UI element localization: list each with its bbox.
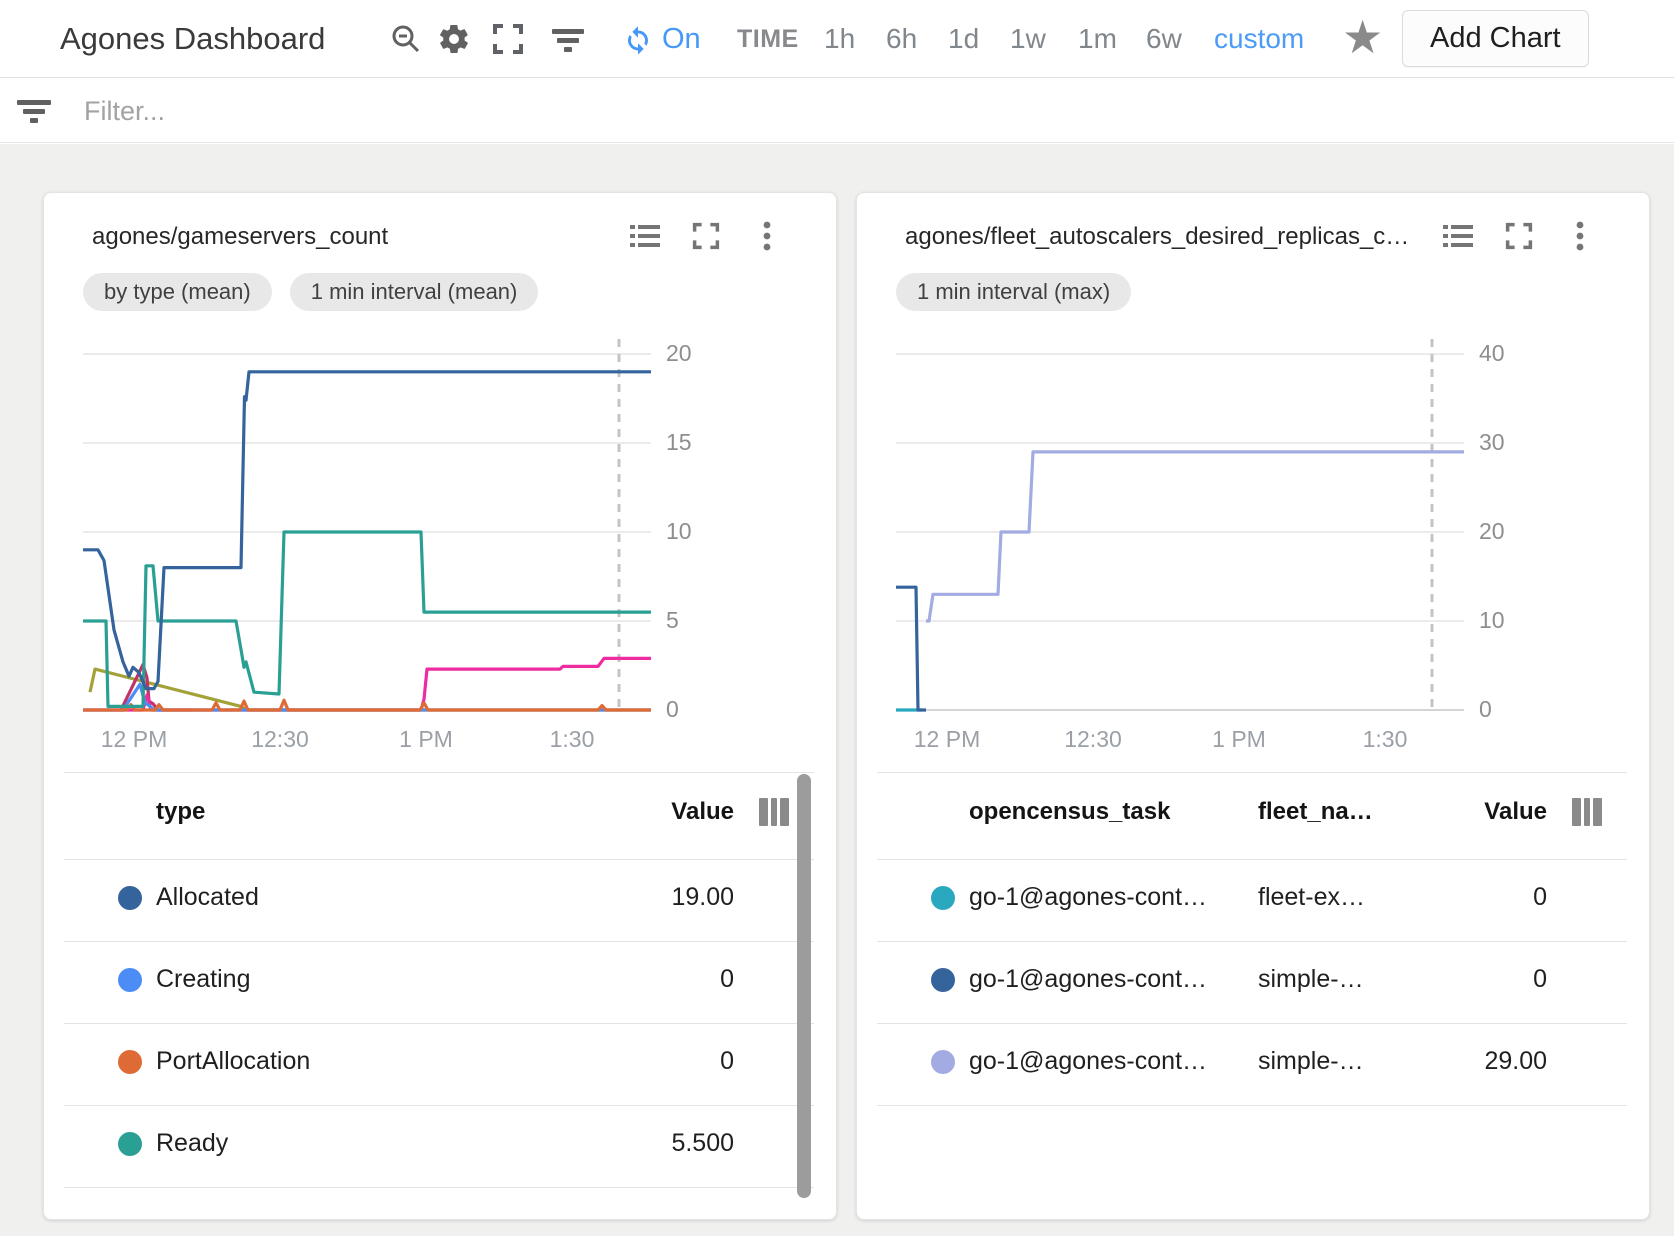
more-vert-icon[interactable] <box>750 219 784 253</box>
fullscreen-icon[interactable] <box>488 19 528 59</box>
x-axis-label: 12 PM <box>877 726 1017 753</box>
table-header-type: type <box>156 798 205 826</box>
chart-header-icons <box>628 219 784 253</box>
legend-color-dot <box>931 1050 955 1074</box>
legend-scrollbar-thumb[interactable] <box>797 774 811 1198</box>
fullscreen-chart-icon[interactable] <box>689 219 723 253</box>
chart-chip[interactable]: 1 min interval (mean) <box>290 273 539 311</box>
chart-chip[interactable]: 1 min interval (max) <box>896 273 1131 311</box>
table-divider <box>877 772 1627 773</box>
table-header-value: Value <box>1287 798 1547 826</box>
legend-color-dot <box>118 886 142 910</box>
filter-icon <box>14 91 54 131</box>
dashboard-title: Agones Dashboard <box>60 0 325 78</box>
filter-bar: Filter... <box>0 79 1674 143</box>
legend-row-label[interactable]: Ready <box>156 1129 228 1158</box>
time-range-1d[interactable]: 1d <box>948 0 979 78</box>
x-axis-label: 12 PM <box>64 726 204 753</box>
table-header-value: Value <box>474 798 734 826</box>
x-axis-label: 1:30 <box>502 726 642 753</box>
sort-filter-icon[interactable] <box>548 19 588 59</box>
refresh-icon[interactable] <box>618 19 658 59</box>
legend-row-value: 0 <box>1287 965 1547 994</box>
legend-row-value: 19.00 <box>474 883 734 912</box>
legend-color-dot <box>118 1050 142 1074</box>
y-axis-label: 0 <box>666 696 736 723</box>
table-divider <box>64 772 814 773</box>
y-axis-label: 20 <box>666 340 736 367</box>
settings-gear-icon[interactable] <box>434 19 474 59</box>
table-divider <box>64 941 814 942</box>
chart-title: agones/fleet_autoscalers_desired_replica… <box>905 223 1409 251</box>
column-settings-icon[interactable] <box>1572 798 1606 831</box>
dashboard-content: agones/gameservers_countby type (mean) 1 … <box>0 144 1674 1236</box>
table-divider <box>64 1023 814 1024</box>
legend-list-icon[interactable] <box>628 219 662 253</box>
column-settings-icon[interactable] <box>759 798 793 831</box>
table-divider <box>877 1023 1627 1024</box>
x-axis-label: 12:30 <box>1023 726 1163 753</box>
legend-row-value: 29.00 <box>1287 1047 1547 1076</box>
chart-chips: by type (mean) 1 min interval (mean) <box>83 273 538 311</box>
legend-row-label[interactable]: go-1@agones-cont… <box>969 1047 1207 1076</box>
table-divider <box>877 941 1627 942</box>
table-divider <box>64 1187 814 1188</box>
legend-color-dot <box>118 968 142 992</box>
chart-card-fleet-autoscalers: agones/fleet_autoscalers_desired_replica… <box>856 192 1650 1220</box>
fullscreen-chart-icon[interactable] <box>1502 219 1536 253</box>
table-header-opencensus-task: opencensus_task <box>969 798 1170 826</box>
star-icon[interactable]: ★ <box>1342 0 1383 78</box>
time-range-6h[interactable]: 6h <box>886 0 917 78</box>
y-axis-label: 15 <box>666 429 736 456</box>
legend-row-label[interactable]: go-1@agones-cont… <box>969 883 1207 912</box>
table-divider <box>877 859 1627 860</box>
y-axis-label: 10 <box>666 518 736 545</box>
chart-plot-area[interactable] <box>896 331 1464 721</box>
time-range-1w[interactable]: 1w <box>1010 0 1046 78</box>
x-axis-label: 12:30 <box>210 726 350 753</box>
refresh-toggle-on[interactable]: On <box>662 0 701 78</box>
legend-row-label[interactable]: go-1@agones-cont… <box>969 965 1207 994</box>
filter-input[interactable]: Filter... <box>84 79 165 143</box>
top-toolbar: Agones Dashboard On TIME custom ★ Add Ch… <box>0 0 1674 78</box>
chart-chip[interactable]: by type (mean) <box>83 273 272 311</box>
time-range-custom[interactable]: custom <box>1214 0 1304 78</box>
legend-color-dot <box>118 1132 142 1156</box>
x-axis-label: 1 PM <box>356 726 496 753</box>
y-axis-label: 5 <box>666 607 736 634</box>
y-axis-label: 0 <box>1479 696 1549 723</box>
legend-color-dot <box>931 968 955 992</box>
legend-row-label[interactable]: Creating <box>156 965 251 994</box>
chart-card-gameservers-count: agones/gameservers_countby type (mean) 1 … <box>43 192 837 1220</box>
legend-list-icon[interactable] <box>1441 219 1475 253</box>
more-vert-icon[interactable] <box>1563 219 1597 253</box>
legend-row-value: 5.500 <box>474 1129 734 1158</box>
chart-title: agones/gameservers_count <box>92 223 388 251</box>
time-range-1m[interactable]: 1m <box>1078 0 1117 78</box>
add-chart-button[interactable]: Add Chart <box>1402 10 1589 67</box>
chart-chips: 1 min interval (max) <box>896 273 1131 311</box>
table-divider <box>64 859 814 860</box>
legend-row-value: 0 <box>474 1047 734 1076</box>
legend-row-value: 0 <box>1287 883 1547 912</box>
x-axis-label: 1:30 <box>1315 726 1455 753</box>
chart-plot-area[interactable] <box>83 331 651 721</box>
y-axis-label: 40 <box>1479 340 1549 367</box>
y-axis-label: 10 <box>1479 607 1549 634</box>
time-range-1h[interactable]: 1h <box>824 0 855 78</box>
zoom-out-icon[interactable] <box>386 19 426 59</box>
legend-row-value: 0 <box>474 965 734 994</box>
x-axis-label: 1 PM <box>1169 726 1309 753</box>
y-axis-label: 20 <box>1479 518 1549 545</box>
chart-header-icons <box>1441 219 1597 253</box>
legend-row-label[interactable]: PortAllocation <box>156 1047 310 1076</box>
legend-row-label[interactable]: Allocated <box>156 883 259 912</box>
table-divider <box>877 1105 1627 1106</box>
y-axis-label: 30 <box>1479 429 1549 456</box>
time-label: TIME <box>737 0 799 78</box>
table-divider <box>64 1105 814 1106</box>
legend-color-dot <box>931 886 955 910</box>
time-range-6w[interactable]: 6w <box>1146 0 1182 78</box>
